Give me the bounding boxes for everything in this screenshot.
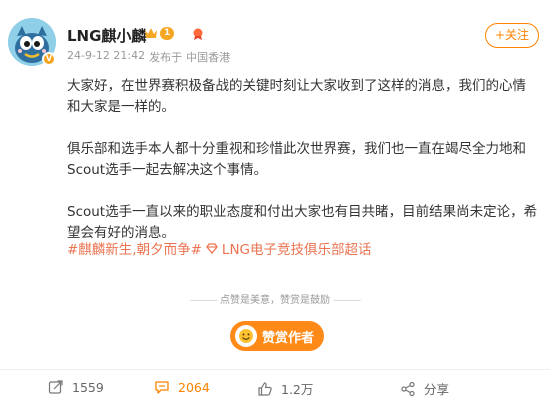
- reward-smile-icon: [235, 325, 257, 347]
- reward-author-button[interactable]: 赞赏作者: [230, 321, 324, 351]
- comment-button[interactable]: 2064: [154, 379, 210, 395]
- like-count: 1.2万: [281, 382, 314, 397]
- hashtag-link[interactable]: #麒麟新生,朝夕而争#: [67, 238, 202, 258]
- repost-count: 1559: [72, 379, 104, 395]
- vip-badge[interactable]: 1: [144, 26, 175, 40]
- reward-button-label: 赞赏作者: [262, 330, 315, 346]
- username[interactable]: LNG麒小麟: [67, 25, 146, 46]
- medal-icon[interactable]: [191, 27, 205, 41]
- repost-button[interactable]: 1559: [48, 379, 104, 395]
- follow-button[interactable]: +关注: [485, 23, 539, 48]
- source-prefix: 发布于: [149, 51, 183, 64]
- comment-icon: [155, 381, 169, 394]
- crown-icon: [145, 28, 157, 38]
- share-button[interactable]: 分享: [400, 379, 449, 398]
- super-topic-link[interactable]: LNG电子竞技俱乐部超话: [222, 238, 372, 258]
- post-timestamp[interactable]: 24-9-12 21:42: [67, 49, 145, 65]
- reward-tip-text: 点赞是美意，赞赏是鼓励: [220, 295, 330, 306]
- paragraph: 俱乐部和选手本人都十分重视和珍惜此次世界赛，我们也一直在竭尽全力地和Scout选…: [67, 141, 526, 178]
- share-icon: [401, 381, 415, 396]
- vip-level: 1: [160, 26, 175, 40]
- post-location: 中国香港: [186, 51, 231, 64]
- comment-count: 2064: [178, 379, 210, 395]
- repost-icon: [48, 380, 63, 394]
- reward-tip: ——— 点赞是美意，赞赏是鼓励 ———: [189, 295, 361, 306]
- action-bar: 1559 2064 1.2万 分享: [0, 370, 550, 409]
- super-topic-icon: [206, 243, 218, 255]
- thumbs-up-icon: [258, 381, 272, 396]
- like-button[interactable]: 1.2万: [257, 379, 313, 398]
- post-tags: #麒麟新生,朝夕而争# LNG电子竞技俱乐部超话: [67, 238, 372, 258]
- share-label: 分享: [424, 382, 450, 397]
- post-meta: 24-9-12 21:42 发布于 中国香港: [67, 49, 230, 65]
- verified-badge-icon: V: [42, 52, 56, 66]
- paragraph: 大家好，在世界赛积极备战的关键时刻让大家收到了这样的消息，我们的心情和大家是一样…: [67, 78, 526, 115]
- post-content: 大家好，在世界赛积极备战的关键时刻让大家收到了这样的消息，我们的心情和大家是一样…: [67, 76, 539, 265]
